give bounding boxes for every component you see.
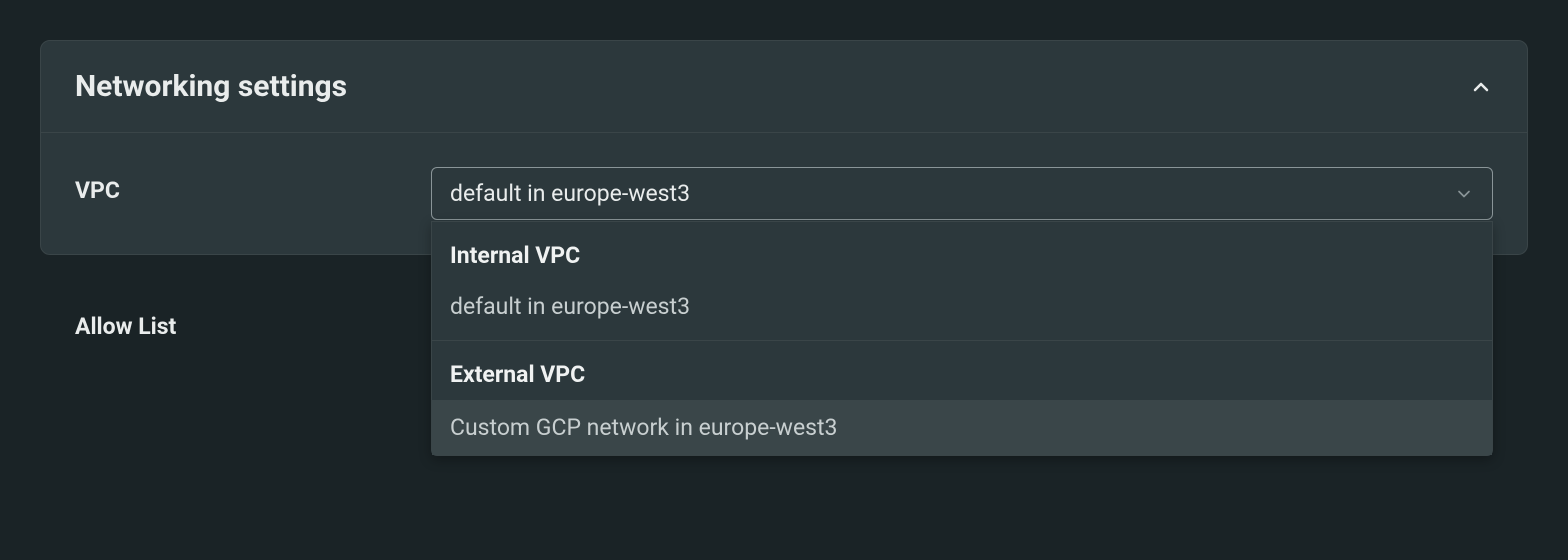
- panel-header[interactable]: Networking settings: [41, 41, 1527, 133]
- vpc-control: default in europe-west3 Internal VPC def…: [431, 167, 1493, 220]
- vpc-select[interactable]: default in europe-west3: [431, 167, 1493, 220]
- chevron-up-icon[interactable]: [1469, 75, 1493, 99]
- dropdown-option-default[interactable]: default in europe-west3: [432, 281, 1492, 340]
- allow-list-label: Allow List: [75, 313, 176, 340]
- vpc-selected-value: default in europe-west3: [450, 180, 690, 207]
- dropdown-group-internal: Internal VPC default in europe-west3: [432, 222, 1492, 341]
- vpc-row: VPC default in europe-west3 Internal VPC…: [75, 167, 1493, 220]
- panel-title: Networking settings: [75, 69, 347, 104]
- dropdown-option-custom-gcp[interactable]: Custom GCP network in europe-west3: [432, 400, 1492, 455]
- networking-settings-panel: Networking settings VPC default in europ…: [40, 40, 1528, 255]
- panel-body: VPC default in europe-west3 Internal VPC…: [41, 133, 1527, 254]
- dropdown-group-label: External VPC: [432, 341, 1492, 400]
- dropdown-group-label: Internal VPC: [432, 222, 1492, 281]
- dropdown-group-external: External VPC Custom GCP network in europ…: [432, 341, 1492, 455]
- chevron-down-icon: [1454, 184, 1474, 204]
- vpc-dropdown: Internal VPC default in europe-west3 Ext…: [431, 221, 1493, 456]
- vpc-label: VPC: [75, 167, 431, 204]
